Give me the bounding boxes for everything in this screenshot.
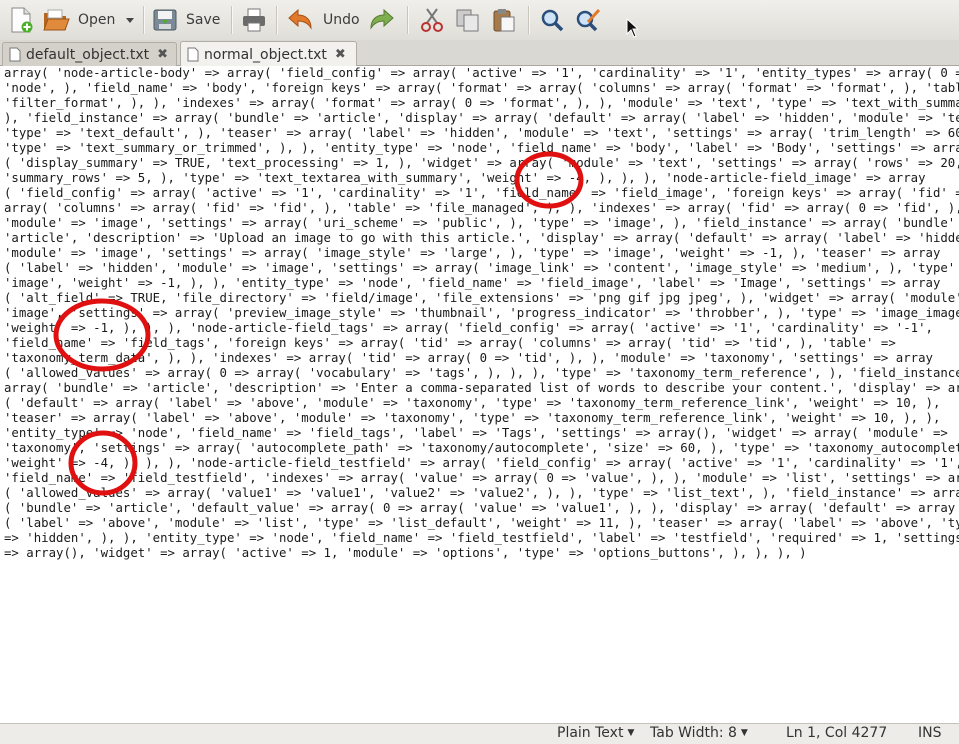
tab-label: default_object.txt (26, 46, 150, 63)
paste-icon (493, 9, 515, 32)
tab-label: normal_object.txt (204, 46, 327, 63)
search-button[interactable] (538, 4, 566, 36)
search-icon (541, 9, 564, 32)
save-button[interactable]: Save (151, 4, 220, 36)
insert-mode: INS (918, 725, 942, 741)
folder-open-icon (43, 9, 70, 31)
language-selector[interactable]: Plain Text ▼ (557, 725, 634, 741)
tab-default-object[interactable]: default_object.txt ✖ (2, 42, 177, 66)
open-label: Open (78, 12, 116, 28)
tab-bar: default_object.txt ✖ normal_object.txt ✖ (0, 40, 959, 67)
toolbar-separator (276, 6, 278, 34)
save-icon (153, 9, 177, 31)
toolbar-separator (528, 6, 530, 34)
undo-icon (288, 8, 312, 30)
print-button[interactable] (240, 4, 268, 36)
tab-width-selector[interactable]: Tab Width: 8 ▼ (650, 725, 748, 741)
redo-button[interactable] (368, 4, 396, 36)
search-replace-icon (576, 8, 601, 32)
paste-button[interactable] (490, 4, 518, 36)
chevron-down-icon: ▼ (740, 728, 748, 738)
cut-icon (421, 8, 443, 32)
close-icon[interactable]: ✖ (335, 47, 346, 62)
text-file-icon (9, 47, 21, 62)
toolbar-separator (143, 6, 145, 34)
open-button[interactable]: Open (42, 4, 115, 36)
new-button[interactable] (8, 4, 34, 36)
text-file-icon (187, 47, 199, 62)
save-label: Save (186, 12, 221, 28)
undo-label: Undo (323, 12, 360, 28)
new-document-icon (11, 7, 33, 33)
chevron-down-icon (126, 18, 134, 23)
tab-normal-object[interactable]: normal_object.txt ✖ (180, 41, 357, 67)
open-dropdown-button[interactable] (124, 4, 136, 36)
print-icon (243, 8, 265, 32)
cursor-position: Ln 1, Col 4277 (786, 725, 888, 741)
text-editor[interactable]: array( 'node-article-body' => array( 'fi… (0, 66, 959, 723)
status-bar: Plain Text ▼ Tab Width: 8 ▼ Ln 1, Col 4277… (0, 723, 959, 744)
toolbar-separator (407, 6, 409, 34)
search-replace-button[interactable] (574, 4, 602, 36)
chevron-down-icon: ▼ (627, 728, 635, 738)
editor-text[interactable]: array( 'node-article-body' => array( 'fi… (0, 66, 959, 561)
undo-button[interactable]: Undo (286, 4, 360, 36)
cut-button[interactable] (418, 4, 446, 36)
copy-button[interactable] (454, 4, 482, 36)
toolbar: Open Save Undo (0, 0, 959, 40)
redo-icon (370, 8, 394, 30)
copy-icon (456, 9, 479, 32)
mouse-cursor-icon (626, 18, 638, 38)
close-icon[interactable]: ✖ (157, 47, 168, 62)
toolbar-separator (231, 6, 233, 34)
